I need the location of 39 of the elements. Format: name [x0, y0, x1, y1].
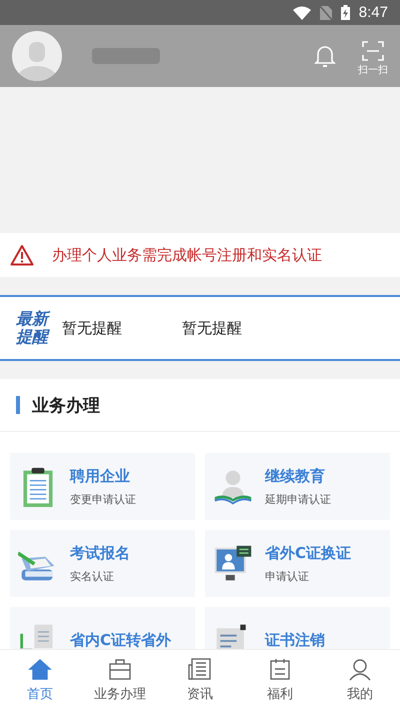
- tab[interactable]: 业务办理: [80, 650, 160, 710]
- service-card[interactable]: 省内C证转省外: [10, 607, 195, 649]
- service-card[interactable]: 聘用企业 变更申请认证: [10, 453, 195, 520]
- tab[interactable]: 首页: [0, 650, 80, 710]
- service-subtitle: 变更申请认证: [70, 492, 136, 506]
- service-title: 证书注销: [265, 631, 325, 649]
- person-icon: [347, 657, 373, 681]
- bell-icon[interactable]: [314, 44, 336, 68]
- service-title: 聘用企业: [70, 466, 131, 486]
- news-label: 最新 提醒: [0, 310, 62, 346]
- tab[interactable]: 资讯: [160, 650, 240, 710]
- notice-text: 办理个人业务需完成帐号注册和实名认证: [52, 246, 322, 264]
- home-icon: [27, 657, 53, 681]
- service-card[interactable]: 考试报名 实名认证: [10, 530, 195, 597]
- service-title: 继续教育: [265, 466, 326, 486]
- news-icon: [187, 657, 213, 681]
- service-subtitle: 实名认证: [70, 568, 115, 584]
- news-item[interactable]: 暂无提醒: [62, 318, 122, 338]
- tab[interactable]: 福利: [240, 650, 320, 710]
- no-sim-icon: [320, 6, 332, 20]
- scan-icon: [362, 41, 384, 61]
- service-card[interactable]: 省外C证换证 申请认证: [205, 530, 390, 597]
- name-placeholder: [92, 48, 160, 64]
- service-card[interactable]: 继续教育 延期申请认证: [205, 453, 390, 520]
- tab[interactable]: 我的: [320, 650, 400, 710]
- service-subtitle: 申请认证: [265, 568, 310, 584]
- service-card[interactable]: 证书注销: [205, 607, 390, 649]
- briefcase-icon: [107, 657, 133, 681]
- warning-icon: [10, 244, 34, 266]
- news-item[interactable]: 暂无提醒: [182, 318, 242, 338]
- service-title: 省外C证换证: [265, 544, 352, 562]
- wifi-icon: [292, 6, 311, 20]
- battery-icon: [340, 5, 350, 20]
- service-title: 考试报名: [70, 544, 130, 562]
- status-time: 8:47: [358, 4, 388, 21]
- section-title: 业务办理: [32, 394, 100, 416]
- monitor-icon: [213, 544, 253, 584]
- service-title: 省内C证转省外: [70, 631, 172, 649]
- service-subtitle: 延期申请认证: [265, 492, 331, 506]
